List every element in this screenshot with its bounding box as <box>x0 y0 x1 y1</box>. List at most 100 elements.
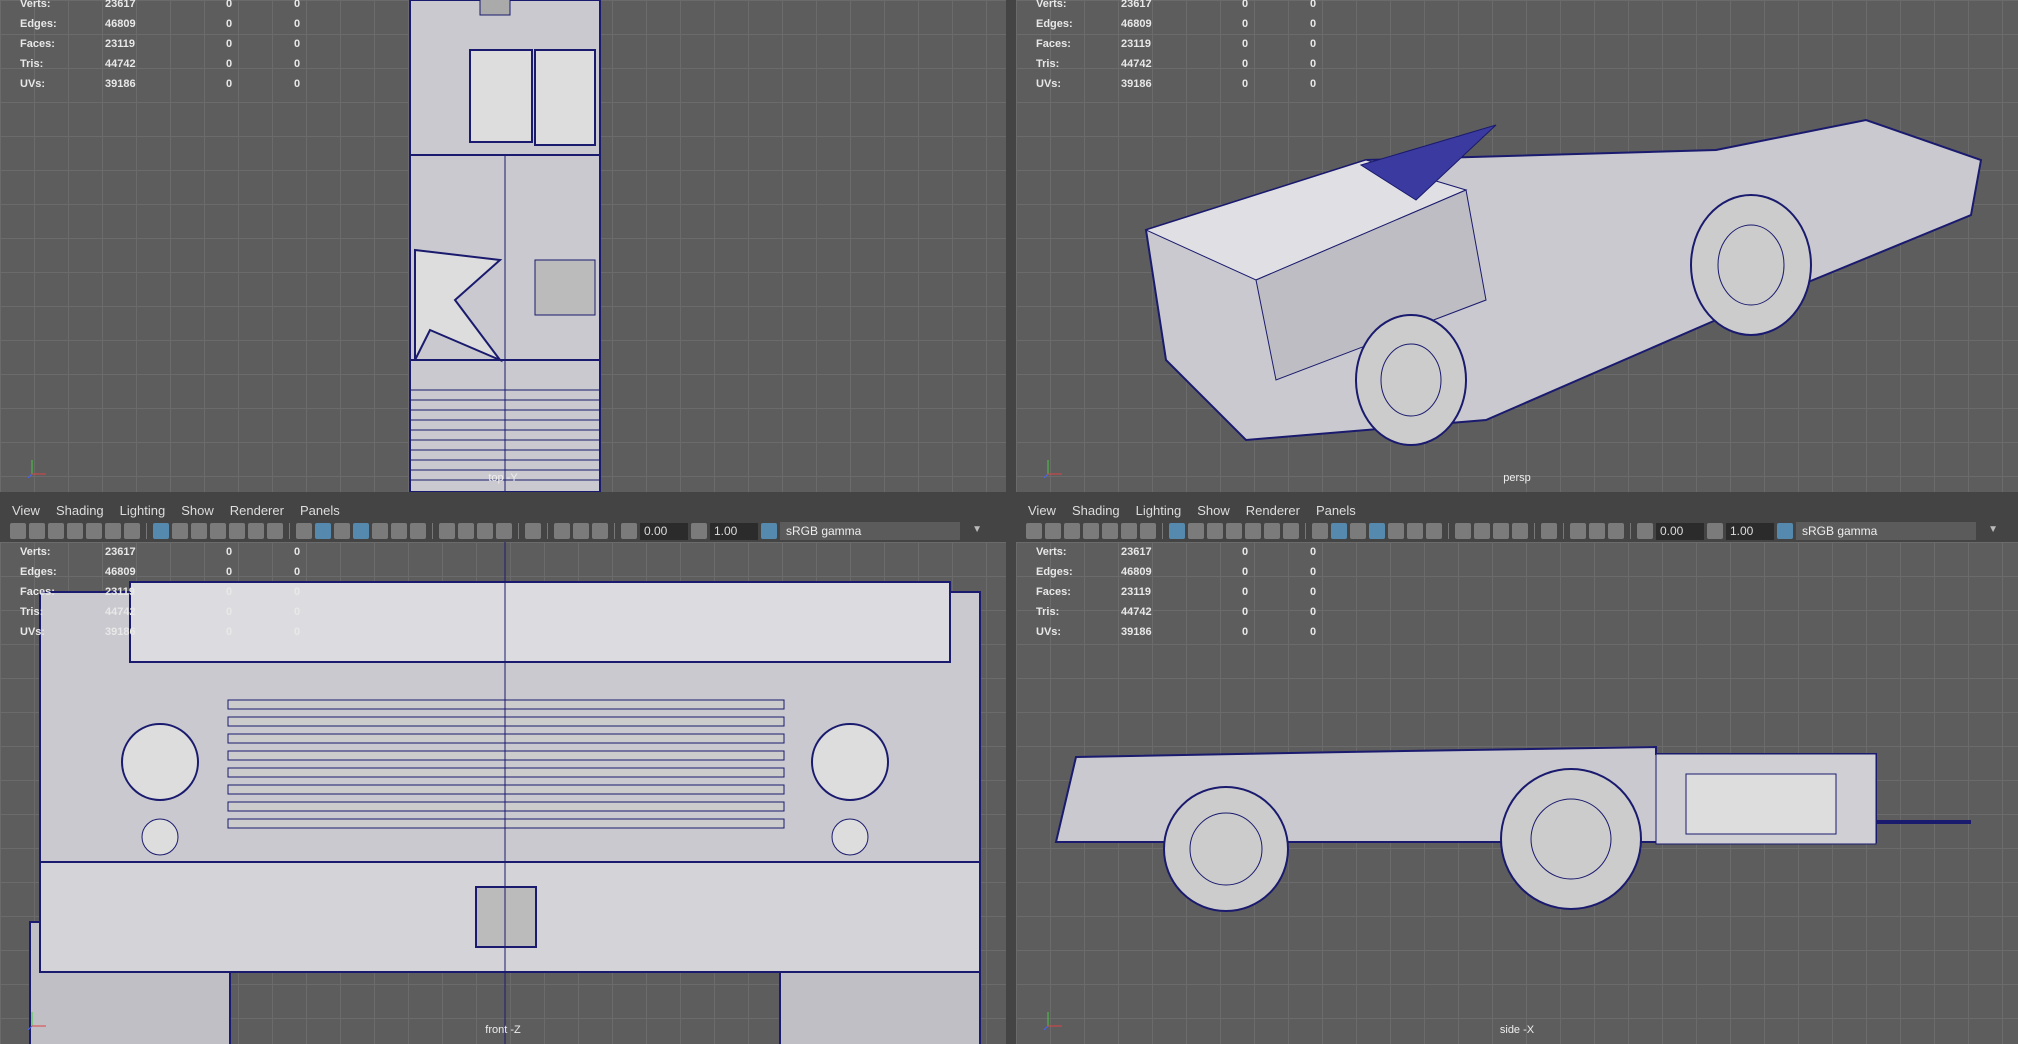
2d-pan-icon[interactable] <box>1121 523 1137 539</box>
image-plane-icon[interactable] <box>1102 523 1118 539</box>
grid-icon[interactable] <box>1169 523 1185 539</box>
camera-icon[interactable] <box>1026 523 1042 539</box>
menu-shading[interactable]: Shading <box>56 503 104 518</box>
hud-label: Edges: <box>20 18 57 30</box>
default-material-icon[interactable] <box>1350 523 1366 539</box>
lights-icon[interactable] <box>1407 523 1423 539</box>
screen-ao-icon[interactable] <box>439 523 455 539</box>
camera-lock-icon[interactable] <box>29 523 45 539</box>
hud-value: 23119 <box>105 38 135 50</box>
xray-active-icon[interactable] <box>573 523 589 539</box>
color-management-icon[interactable] <box>761 523 777 539</box>
color-space-dropdown[interactable]: sRGB gamma <box>780 522 982 540</box>
grease-pencil-icon[interactable] <box>124 523 140 539</box>
menu-renderer[interactable]: Renderer <box>230 503 284 518</box>
motion-blur-icon[interactable] <box>458 523 474 539</box>
safe-action-icon[interactable] <box>248 523 264 539</box>
gamma-icon[interactable] <box>1707 523 1723 539</box>
xray-icon[interactable] <box>372 523 388 539</box>
motion-blur-icon[interactable] <box>1474 523 1490 539</box>
viewport-panel-side[interactable]: View Shading Lighting Show Renderer Panels 0.0… <box>1016 500 2018 1044</box>
dof-icon[interactable] <box>1512 523 1528 539</box>
lights-icon[interactable] <box>391 523 407 539</box>
viewport-panel-persp[interactable]: Verts: 23617 0 0 Edges: 46809 0 0 Faces:… <box>1016 0 2018 492</box>
antialias-icon[interactable] <box>1493 523 1509 539</box>
wireframe-icon[interactable] <box>1312 523 1328 539</box>
bookmark-icon[interactable] <box>67 523 83 539</box>
wireframe-on-shaded-icon[interactable] <box>353 523 369 539</box>
antialias-icon[interactable] <box>477 523 493 539</box>
viewport-persp[interactable]: Verts: 23617 0 0 Edges: 46809 0 0 Faces:… <box>1016 0 2018 492</box>
backface-icon[interactable] <box>592 523 608 539</box>
safe-title-icon[interactable] <box>267 523 283 539</box>
menu-panels[interactable]: Panels <box>1316 503 1356 518</box>
exposure-field[interactable]: 0.00 <box>1656 522 1704 540</box>
camera-attr-icon[interactable] <box>48 523 64 539</box>
viewport-panel-front[interactable]: View Shading Lighting Show Renderer Panels 0.0… <box>0 500 1006 1044</box>
xray-joints-icon[interactable] <box>554 523 570 539</box>
exposure-icon[interactable] <box>1637 523 1653 539</box>
gamma-field[interactable]: 1.00 <box>710 522 758 540</box>
viewport-front[interactable]: Verts: 23617 0 0 Edges: 46809 0 0 Faces:… <box>0 542 1006 1044</box>
viewport-top[interactable]: Verts: 23617 0 0 Edges: 46809 0 0 Faces:… <box>0 0 1006 492</box>
screen-ao-icon[interactable] <box>1455 523 1471 539</box>
safe-action-icon[interactable] <box>1264 523 1280 539</box>
bookmark-icon[interactable] <box>1083 523 1099 539</box>
backface-icon[interactable] <box>1608 523 1624 539</box>
image-plane-icon[interactable] <box>86 523 102 539</box>
safe-title-icon[interactable] <box>1283 523 1299 539</box>
hud-row: Faces: 23119 0 0 <box>1036 582 1347 602</box>
hud-row: Tris: 44742 0 0 <box>20 54 331 74</box>
menu-lighting[interactable]: Lighting <box>1136 503 1182 518</box>
viewport-side[interactable]: Verts: 23617 0 0 Edges: 46809 0 0 Faces:… <box>1016 542 2018 1044</box>
hud-label: Edges: <box>1036 18 1073 30</box>
smooth-shade-icon[interactable] <box>315 523 331 539</box>
resolution-gate-icon[interactable] <box>1207 523 1223 539</box>
xray-icon[interactable] <box>1388 523 1404 539</box>
hud-row: Edges: 46809 0 0 <box>1036 562 1347 582</box>
color-management-icon[interactable] <box>1777 523 1793 539</box>
xray-joints-icon[interactable] <box>1570 523 1586 539</box>
hud-row: Verts: 23617 0 0 <box>20 542 331 562</box>
hud-value: 44742 <box>1121 58 1152 70</box>
resolution-gate-icon[interactable] <box>191 523 207 539</box>
menu-show[interactable]: Show <box>181 503 214 518</box>
camera-icon[interactable] <box>10 523 26 539</box>
gate-mask-icon[interactable] <box>1226 523 1242 539</box>
viewport-panel-top[interactable]: Verts: 23617 0 0 Edges: 46809 0 0 Faces:… <box>0 0 1006 492</box>
menu-renderer[interactable]: Renderer <box>1246 503 1300 518</box>
smooth-shade-icon[interactable] <box>1331 523 1347 539</box>
camera-attr-icon[interactable] <box>1064 523 1080 539</box>
shadows-icon[interactable] <box>1426 523 1442 539</box>
menu-view[interactable]: View <box>12 503 40 518</box>
camera-lock-icon[interactable] <box>1045 523 1061 539</box>
wireframe-on-shaded-icon[interactable] <box>1369 523 1385 539</box>
2d-pan-icon[interactable] <box>105 523 121 539</box>
color-space-dropdown[interactable]: sRGB gamma <box>1796 522 1998 540</box>
gamma-field[interactable]: 1.00 <box>1726 522 1774 540</box>
gamma-icon[interactable] <box>691 523 707 539</box>
xray-active-icon[interactable] <box>1589 523 1605 539</box>
wireframe-icon[interactable] <box>296 523 312 539</box>
grease-pencil-icon[interactable] <box>1140 523 1156 539</box>
shadows-icon[interactable] <box>410 523 426 539</box>
menu-panels[interactable]: Panels <box>300 503 340 518</box>
menu-shading[interactable]: Shading <box>1072 503 1120 518</box>
gate-mask-icon[interactable] <box>210 523 226 539</box>
menu-lighting[interactable]: Lighting <box>120 503 166 518</box>
field-chart-icon[interactable] <box>1245 523 1261 539</box>
menu-show[interactable]: Show <box>1197 503 1230 518</box>
exposure-field[interactable]: 0.00 <box>640 522 688 540</box>
film-gate-icon[interactable] <box>1188 523 1204 539</box>
hud-selected: 0 <box>225 78 233 90</box>
dof-icon[interactable] <box>496 523 512 539</box>
menu-view[interactable]: View <box>1028 503 1056 518</box>
isolate-select-icon[interactable] <box>525 523 541 539</box>
field-chart-icon[interactable] <box>229 523 245 539</box>
film-gate-icon[interactable] <box>172 523 188 539</box>
exposure-icon[interactable] <box>621 523 637 539</box>
default-material-icon[interactable] <box>334 523 350 539</box>
isolate-select-icon[interactable] <box>1541 523 1557 539</box>
grid-icon[interactable] <box>153 523 169 539</box>
hud-value: 39186 <box>1121 78 1152 90</box>
